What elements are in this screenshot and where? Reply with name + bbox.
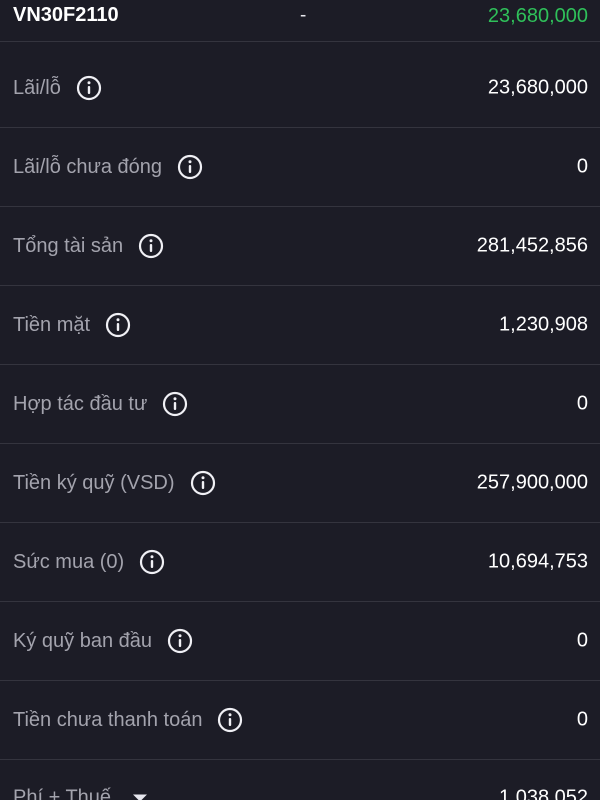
info-circle-icon[interactable]	[162, 391, 188, 417]
row-ky-quy-ban-dau: Ký quỹ ban đầu 0	[0, 602, 600, 681]
account-summary-screen: VN30F2110 - 23,680,000 Lãi/lỗ 23,680,000…	[0, 0, 600, 800]
info-circle-icon[interactable]	[177, 154, 203, 180]
info-circle-icon[interactable]	[190, 470, 216, 496]
caret-down-icon[interactable]	[133, 794, 148, 800]
row-label: Ký quỹ ban đầu	[13, 629, 152, 652]
info-circle-icon[interactable]	[105, 312, 131, 338]
row-label-wrap: Tiền mặt	[13, 312, 131, 338]
row-tien-chua-thanh-toan: Tiền chưa thanh toán 0	[0, 681, 600, 760]
row-phi-thue[interactable]: Phí + Thuế 1,038,052	[0, 760, 600, 800]
row-label: Lãi/lỗ	[13, 76, 61, 99]
row-tien-ky-quy-vsd: Tiền ký quỹ (VSD) 257,900,000	[0, 444, 600, 523]
row-value: 23,680,000	[487, 76, 588, 99]
row-value: 10,694,753	[487, 550, 588, 573]
row-value: 1,230,908	[499, 313, 588, 336]
row-label-wrap: Tiền chưa thanh toán	[13, 707, 243, 733]
info-circle-icon[interactable]	[138, 233, 164, 259]
info-circle-icon[interactable]	[139, 549, 165, 575]
info-circle-icon[interactable]	[167, 628, 193, 654]
symbol-code: VN30F2110	[13, 4, 119, 26]
row-label-wrap: Phí + Thuế	[13, 786, 148, 800]
row-label: Tổng tài sản	[13, 234, 124, 257]
row-label: Hợp tác đầu tư	[13, 392, 148, 415]
row-tien-mat: Tiền mặt 1,230,908	[0, 286, 600, 365]
row-label: Tiền ký quỹ (VSD)	[13, 471, 175, 494]
row-value: 1,038,052	[499, 786, 588, 800]
row-label: Tiền mặt	[13, 313, 91, 336]
row-label-wrap: Ký quỹ ban đầu	[13, 628, 193, 654]
row-label-wrap: Tổng tài sản	[13, 233, 164, 259]
symbol-separator: -	[300, 5, 307, 26]
row-label-wrap: Hợp tác đầu tư	[13, 391, 188, 417]
row-lai-lo-chua-dong: Lãi/lỗ chưa đóng 0	[0, 128, 600, 207]
row-value: 0	[576, 629, 588, 652]
symbol-pnl-value: 23,680,000	[487, 5, 588, 27]
symbol-row[interactable]: VN30F2110 - 23,680,000	[0, 0, 600, 42]
row-label: Tiền chưa thanh toán	[13, 708, 203, 731]
row-label-wrap: Tiền ký quỹ (VSD)	[13, 470, 216, 496]
row-hop-tac-dau-tu: Hợp tác đầu tư 0	[0, 365, 600, 444]
info-circle-icon[interactable]	[217, 707, 243, 733]
row-label-wrap: Sức mua (0)	[13, 549, 165, 575]
row-label-wrap: Lãi/lỗ	[13, 75, 102, 101]
row-suc-mua: Sức mua (0) 10,694,753	[0, 523, 600, 602]
row-label-wrap: Lãi/lỗ chưa đóng	[13, 154, 203, 180]
info-circle-icon[interactable]	[76, 75, 102, 101]
row-lai-lo: Lãi/lỗ 23,680,000	[0, 49, 600, 128]
row-value: 0	[576, 392, 588, 415]
row-label: Sức mua (0)	[13, 550, 125, 573]
row-label: Phí + Thuế	[13, 786, 112, 800]
row-value: 257,900,000	[476, 471, 588, 494]
row-value: 281,452,856	[476, 234, 588, 257]
row-tong-tai-san: Tổng tài sản 281,452,856	[0, 207, 600, 286]
row-value: 0	[576, 708, 588, 731]
row-label: Lãi/lỗ chưa đóng	[13, 155, 163, 178]
row-value: 0	[576, 155, 588, 178]
